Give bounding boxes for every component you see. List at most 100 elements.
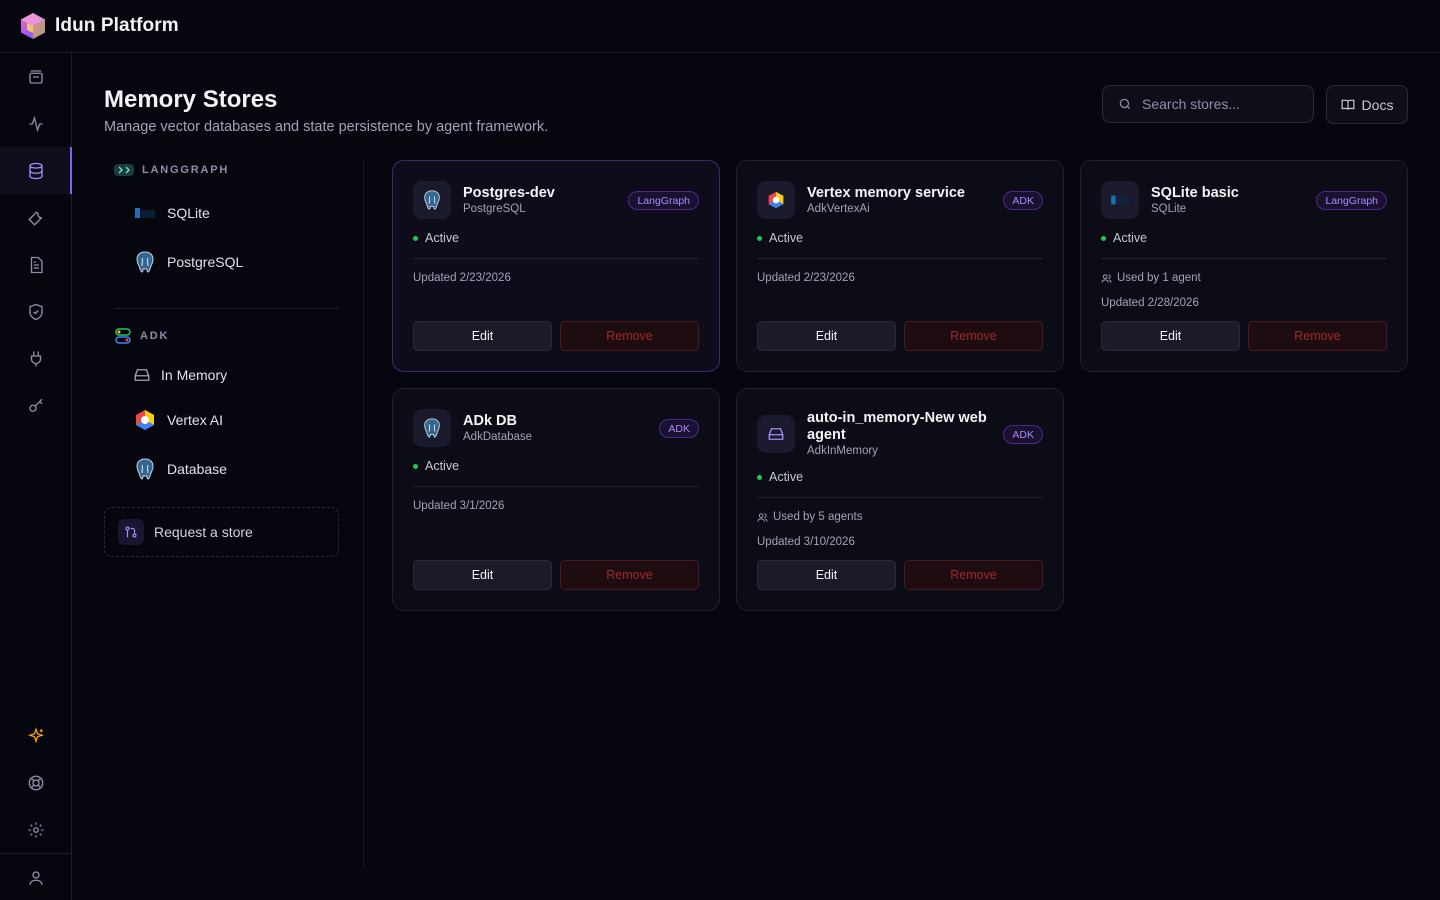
search-box[interactable] bbox=[1102, 85, 1314, 123]
status-label: Active bbox=[425, 231, 460, 245]
adk-icon bbox=[115, 328, 131, 344]
framework-item-vertex-ai[interactable]: Vertex AI bbox=[133, 409, 223, 431]
panel-divider bbox=[363, 160, 364, 868]
sqlite-icon bbox=[1111, 195, 1129, 205]
wrench-icon bbox=[27, 210, 42, 226]
store-icon-box bbox=[757, 415, 795, 453]
store-type: AdkDatabase bbox=[463, 431, 533, 443]
edit-button[interactable]: Edit bbox=[757, 560, 896, 590]
framework-separator bbox=[114, 308, 339, 309]
status-label: Active bbox=[769, 231, 804, 245]
agents-icon bbox=[28, 69, 43, 84]
vertex-ai-icon bbox=[768, 191, 784, 209]
rail-activity[interactable] bbox=[0, 100, 71, 147]
page-subtitle: Manage vector databases and state persis… bbox=[104, 119, 549, 135]
edit-button[interactable]: Edit bbox=[413, 560, 552, 590]
request-store-button[interactable]: Request a store bbox=[104, 507, 339, 557]
rail-keys[interactable] bbox=[0, 382, 71, 429]
rail-help[interactable] bbox=[0, 759, 71, 806]
card-divider bbox=[413, 258, 699, 259]
status-indicator: Active bbox=[1101, 231, 1147, 245]
book-icon bbox=[1341, 99, 1354, 110]
card-divider bbox=[757, 497, 1043, 498]
memory-icon bbox=[134, 369, 150, 381]
search-input[interactable] bbox=[1142, 96, 1302, 112]
framework-badge: LangGraph bbox=[1316, 191, 1387, 210]
store-card[interactable]: auto-in_memory-New web agent AdkInMemory… bbox=[736, 388, 1064, 611]
rail-settings[interactable] bbox=[0, 806, 71, 853]
store-card[interactable]: Vertex memory service AdkVertexAi ADK Ac… bbox=[736, 160, 1064, 372]
status-dot bbox=[757, 235, 762, 241]
docs-button[interactable]: Docs bbox=[1326, 85, 1408, 124]
sparkle-icon bbox=[27, 726, 44, 743]
plug-icon bbox=[30, 351, 41, 366]
updated-date: Updated 3/1/2026 bbox=[413, 500, 505, 512]
memory-icon bbox=[768, 428, 784, 440]
status-dot bbox=[1101, 235, 1106, 241]
store-card[interactable]: SQLite basic SQLite LangGraph Active Use… bbox=[1080, 160, 1408, 372]
remove-button[interactable]: Remove bbox=[560, 321, 699, 351]
langgraph-icon bbox=[114, 164, 134, 176]
store-card[interactable]: ADk DB AdkDatabase ADK Active Updated 3/… bbox=[392, 388, 720, 611]
store-title: SQLite basic bbox=[1151, 185, 1239, 201]
card-divider bbox=[1101, 258, 1387, 259]
framework-label: ADK bbox=[140, 330, 170, 342]
edit-button[interactable]: Edit bbox=[1101, 321, 1240, 351]
store-type: PostgreSQL bbox=[463, 203, 526, 215]
framework-item-label: PostgreSQL bbox=[167, 254, 244, 270]
search-icon bbox=[1119, 98, 1131, 110]
updated-date: Updated 2/28/2026 bbox=[1101, 297, 1199, 309]
vertex-ai-icon bbox=[136, 410, 154, 430]
status-dot bbox=[757, 474, 762, 480]
store-card[interactable]: Postgres-dev PostgreSQL LangGraph Active… bbox=[392, 160, 720, 372]
framework-header-adk: ADK bbox=[114, 328, 169, 344]
remove-button[interactable]: Remove bbox=[904, 560, 1043, 590]
postgresql-icon bbox=[424, 190, 440, 210]
remove-button[interactable]: Remove bbox=[1248, 321, 1387, 351]
store-title: ADk DB bbox=[463, 413, 517, 429]
users-icon bbox=[1101, 273, 1112, 283]
framework-item-in-memory[interactable]: In Memory bbox=[133, 366, 227, 384]
users-icon bbox=[757, 512, 768, 522]
status-indicator: Active bbox=[413, 459, 459, 473]
framework-item-database[interactable]: Database bbox=[133, 457, 227, 481]
request-store-label: Request a store bbox=[154, 524, 253, 540]
activity-icon bbox=[28, 115, 43, 132]
framework-item-sqlite[interactable]: SQLite bbox=[133, 204, 210, 222]
edit-button[interactable]: Edit bbox=[757, 321, 896, 351]
edit-button[interactable]: Edit bbox=[413, 321, 552, 351]
store-icon-box bbox=[413, 409, 451, 447]
rail-tools[interactable] bbox=[0, 194, 71, 241]
framework-badge: LangGraph bbox=[628, 191, 699, 210]
store-title: Vertex memory service bbox=[807, 185, 965, 201]
store-title: Postgres-dev bbox=[463, 185, 555, 201]
rail-integrations[interactable] bbox=[0, 335, 71, 382]
key-icon bbox=[28, 398, 42, 412]
used-by: Used by 5 agents bbox=[757, 511, 863, 523]
rail-memory-stores[interactable] bbox=[0, 147, 72, 194]
card-divider bbox=[413, 486, 699, 487]
postgresql-icon bbox=[424, 418, 440, 438]
store-icon-box bbox=[757, 181, 795, 219]
rail-profile[interactable] bbox=[0, 854, 71, 900]
card-divider bbox=[757, 258, 1043, 259]
store-icon-box bbox=[413, 181, 451, 219]
framework-item-label: Vertex AI bbox=[167, 412, 224, 428]
rail-ai-assist[interactable] bbox=[0, 712, 71, 759]
user-icon bbox=[28, 870, 43, 885]
remove-button[interactable]: Remove bbox=[904, 321, 1043, 351]
store-type: AdkVertexAi bbox=[807, 203, 870, 215]
framework-badge: ADK bbox=[659, 419, 699, 438]
rail-documents[interactable] bbox=[0, 241, 71, 288]
framework-item-label: In Memory bbox=[161, 367, 228, 383]
status-dot bbox=[413, 463, 418, 469]
status-indicator: Active bbox=[757, 231, 803, 245]
rail-agents[interactable] bbox=[0, 53, 71, 100]
rail-guardrails[interactable] bbox=[0, 288, 71, 335]
database-elephant-icon bbox=[136, 458, 154, 480]
framework-item-postgresql[interactable]: PostgreSQL bbox=[133, 250, 243, 274]
framework-header-langgraph: LANGGRAPH bbox=[114, 164, 229, 176]
framework-label: LANGGRAPH bbox=[142, 164, 230, 176]
remove-button[interactable]: Remove bbox=[560, 560, 699, 590]
document-icon bbox=[30, 256, 43, 273]
